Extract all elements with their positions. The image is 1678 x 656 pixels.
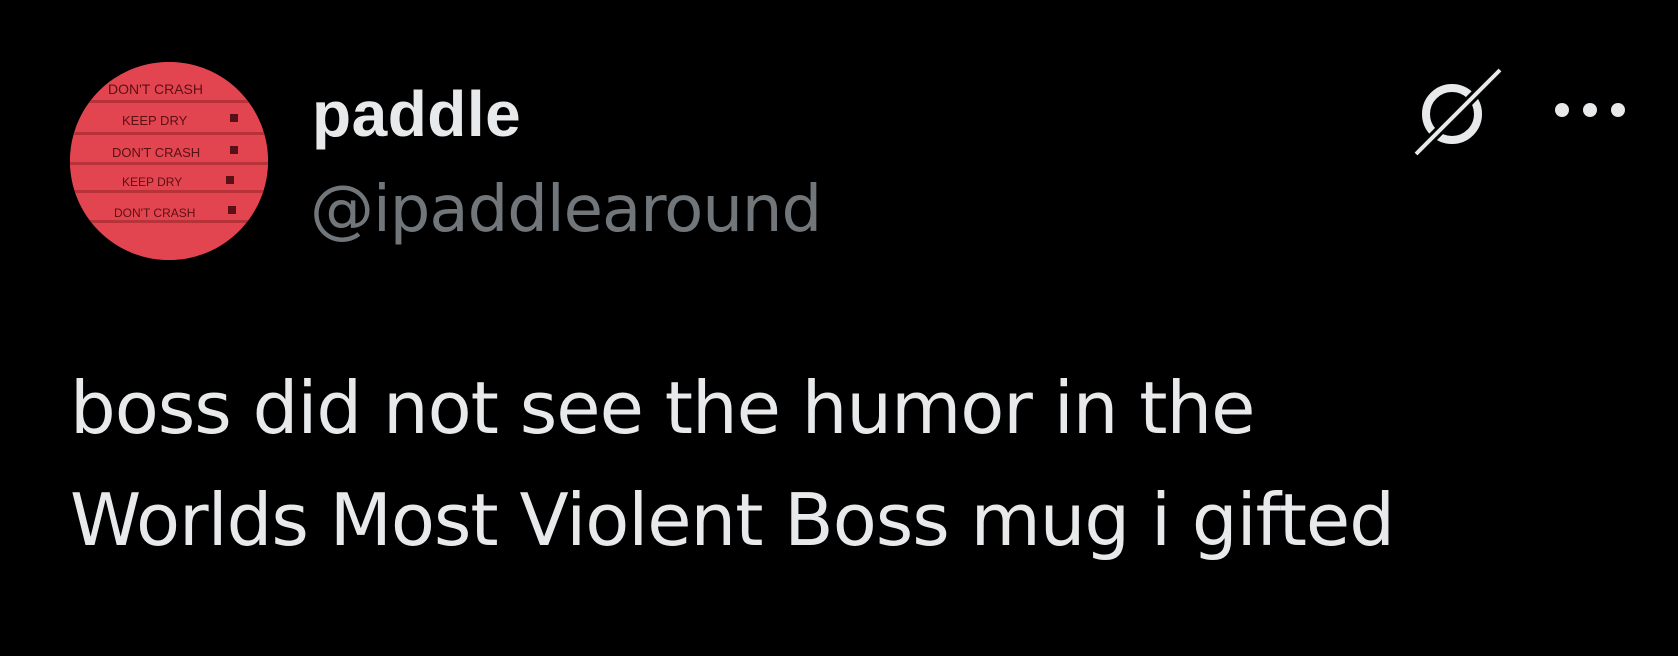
avatar[interactable]: DON'T CRASH KEEP DRY DON'T CRASH KEEP DR… (70, 62, 268, 260)
avatar-image: DON'T CRASH KEEP DRY DON'T CRASH KEEP DR… (70, 62, 268, 260)
avatar-text-3: DON'T CRASH (112, 145, 200, 160)
grok-icon-svg (1410, 64, 1506, 160)
grok-icon[interactable] (1406, 64, 1506, 160)
more-icon-svg (1555, 103, 1625, 117)
avatar-text-1: DON'T CRASH (108, 81, 203, 97)
tweet-text: boss did not see the humor in the Worlds… (70, 352, 1630, 576)
avatar-text-4: KEEP DRY (122, 175, 182, 189)
avatar-text-5: DON'T CRASH (114, 206, 195, 220)
more-icon[interactable] (1548, 88, 1632, 132)
display-name[interactable]: paddle (312, 76, 521, 152)
tweet-text-line-2: Worlds Most Violent Boss mug i gifted (70, 478, 1395, 562)
tweet: DON'T CRASH KEEP DRY DON'T CRASH KEEP DR… (0, 0, 1678, 656)
tweet-text-line-1: boss did not see the humor in the (70, 366, 1255, 450)
handle[interactable]: @ipaddlearound (310, 170, 822, 250)
avatar-text-2: KEEP DRY (122, 113, 188, 128)
